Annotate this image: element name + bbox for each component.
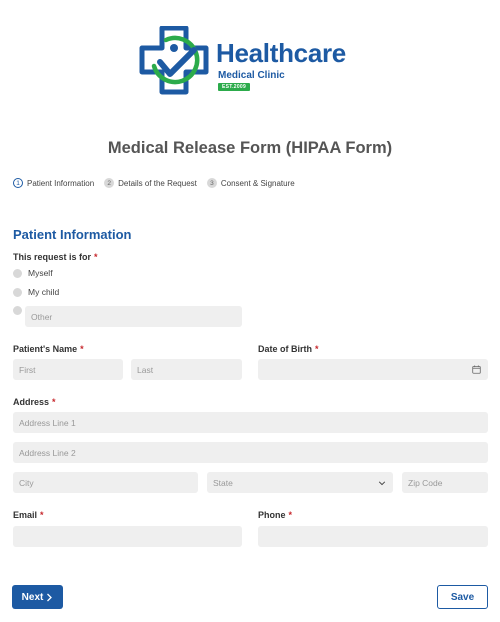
step-progress: 1 Patient Information 2 Details of the R… — [13, 178, 305, 188]
est-badge: EST.2009 — [218, 83, 251, 91]
label-text: This request is for — [13, 252, 92, 262]
required-mark: * — [315, 344, 319, 354]
medical-cross-check-icon — [139, 26, 209, 95]
clinic-logo: Healthcare Medical Clinic EST.2009 — [136, 26, 366, 100]
label-text: Patient's Name — [13, 344, 78, 354]
radio-label: Myself — [28, 268, 53, 278]
label-text: Phone — [258, 510, 286, 520]
step-label: Patient Information — [27, 178, 95, 188]
required-mark: * — [40, 510, 44, 520]
required-mark: * — [52, 397, 56, 407]
next-label: Next — [21, 591, 44, 603]
calendar-icon[interactable] — [472, 365, 481, 374]
state-select[interactable]: State — [207, 472, 393, 493]
step-label: Consent & Signature — [220, 178, 295, 188]
dob-label: Date of Birth * — [258, 344, 319, 354]
label-text: Address — [13, 397, 50, 407]
form-title: Medical Release Form (HIPAA Form) — [107, 139, 393, 157]
radio-button[interactable] — [13, 268, 22, 278]
step-number: 2 — [104, 178, 115, 188]
radio-my-child[interactable]: My child — [13, 287, 59, 297]
phone-label: Phone * — [258, 510, 292, 520]
save-button[interactable]: Save — [437, 585, 488, 609]
first-name-input[interactable] — [13, 359, 123, 380]
address-label: Address * — [13, 397, 56, 407]
next-button[interactable]: Next — [12, 585, 63, 609]
city-input[interactable] — [13, 472, 198, 493]
chevron-down-icon — [378, 481, 386, 486]
email-label: Email * — [13, 510, 44, 520]
step-2[interactable]: 2 Details of the Request — [104, 178, 197, 188]
chevron-right-icon — [47, 593, 53, 601]
required-mark: * — [80, 344, 84, 354]
radio-button[interactable] — [13, 287, 22, 297]
zip-code-input[interactable] — [402, 472, 488, 493]
radio-myself[interactable]: Myself — [13, 268, 53, 278]
step-1[interactable]: 1 Patient Information — [13, 178, 94, 188]
label-text: Email — [13, 510, 38, 520]
radio-button[interactable] — [13, 306, 22, 315]
brand-name: Healthcare — [216, 38, 346, 68]
patient-name-label: Patient's Name * — [13, 344, 84, 354]
step-label: Details of the Request — [118, 178, 197, 188]
step-number: 1 — [13, 178, 23, 188]
address-line-2-input[interactable] — [13, 442, 488, 463]
address-line-1-input[interactable] — [13, 412, 488, 433]
other-input[interactable] — [25, 306, 242, 327]
brand-subtitle: Medical Clinic — [218, 70, 285, 81]
required-mark: * — [288, 510, 293, 520]
email-input[interactable] — [13, 526, 242, 547]
state-placeholder: State — [213, 477, 233, 488]
phone-input[interactable] — [258, 526, 488, 547]
request-for-label: This request is for * — [13, 252, 98, 262]
section-title: Patient Information — [13, 227, 132, 242]
required-mark: * — [94, 252, 98, 262]
step-number: 3 — [206, 178, 217, 188]
dob-input[interactable] — [258, 359, 488, 380]
last-name-input[interactable] — [131, 359, 242, 380]
label-text: Date of Birth — [258, 344, 312, 354]
step-3[interactable]: 3 Consent & Signature — [206, 178, 295, 188]
radio-label: My child — [28, 287, 60, 297]
